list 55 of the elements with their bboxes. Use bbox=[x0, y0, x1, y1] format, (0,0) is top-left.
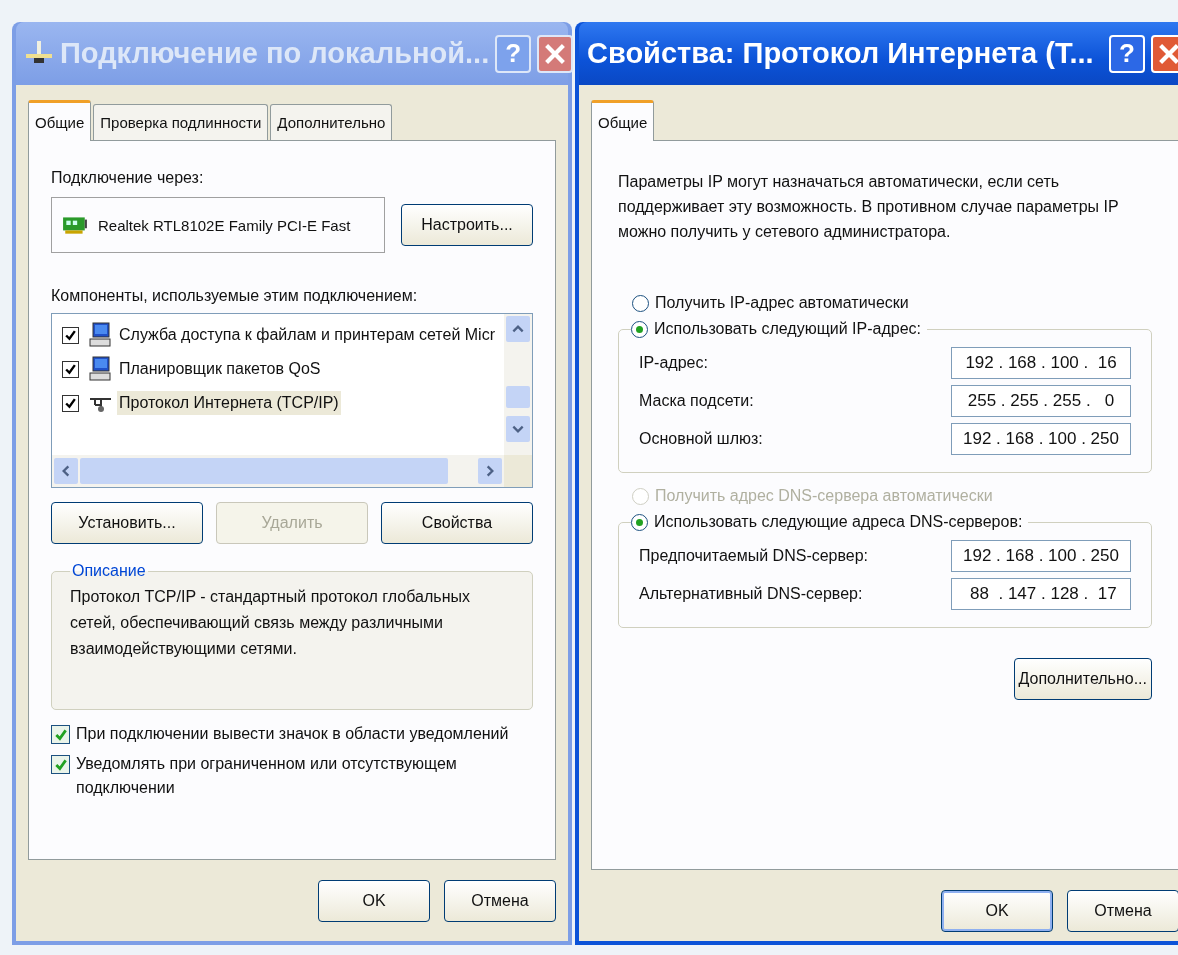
field-label: Альтернативный DNS-сервер: bbox=[639, 585, 863, 603]
dialog-button[interactable]: Отмена bbox=[444, 880, 556, 922]
configure-button[interactable]: Настроить... bbox=[401, 204, 533, 246]
radio-button[interactable] bbox=[632, 294, 649, 312]
scroll-thumb[interactable] bbox=[506, 386, 530, 408]
computer-icon bbox=[89, 356, 113, 382]
ip-address-field[interactable]: 192 . 168 . 100 . 250 bbox=[951, 540, 1131, 572]
computer-icon bbox=[89, 322, 113, 348]
ip-address-field[interactable]: 192 . 168 . 100 . 250 bbox=[951, 423, 1131, 455]
vertical-scrollbar[interactable] bbox=[504, 314, 532, 455]
dialog-button[interactable]: OK bbox=[941, 890, 1053, 932]
checkbox[interactable] bbox=[51, 725, 70, 744]
radio-button[interactable] bbox=[631, 320, 648, 338]
field-label: Предпочитаемый DNS-сервер: bbox=[639, 547, 869, 565]
window-title: Подключение по локальной... bbox=[60, 37, 490, 70]
intro-text: Параметры IP могут назначаться автоматически, если сеть поддерживает эту возможность. В противном случае параметры IP можно получить у сетевого администратора. bbox=[618, 172, 1120, 242]
window-title: Свойства: Протокол Интернета (Т... bbox=[587, 37, 1095, 70]
component-button[interactable]: Свойства bbox=[381, 502, 533, 544]
dialog-button[interactable]: Отмена bbox=[1067, 890, 1178, 932]
radio-label[interactable]: Использовать следующий IP-адрес: bbox=[654, 320, 922, 338]
checkbox[interactable] bbox=[62, 394, 79, 412]
adapter-name: Realtek RTL8102E Family PCI-E Fast bbox=[98, 216, 351, 234]
field-label: Основной шлюз: bbox=[639, 430, 763, 448]
tab[interactable]: Дополнительно bbox=[270, 104, 393, 140]
scroll-thumb[interactable] bbox=[80, 458, 448, 484]
option-label: При подключении вывести значок в области уведомлений bbox=[76, 724, 509, 744]
help-button[interactable]: ? bbox=[1109, 34, 1145, 73]
radio-button[interactable] bbox=[631, 513, 648, 531]
tab[interactable]: Проверка подлинности bbox=[93, 104, 269, 140]
checkbox[interactable] bbox=[62, 326, 79, 344]
radio-label[interactable]: Использовать следующие адреса DNS-серверов: bbox=[654, 513, 1023, 531]
connect-via-label: Подключение через: bbox=[51, 169, 205, 187]
tab[interactable]: Общие bbox=[591, 100, 655, 141]
horizontal-scrollbar[interactable] bbox=[52, 455, 504, 487]
field-label: Маска подсети: bbox=[639, 392, 754, 410]
ip-address-field[interactable]: 192 . 168 . 100 . 16 bbox=[951, 347, 1131, 379]
field-label: IP-адрес: bbox=[639, 354, 708, 372]
ip-address-field[interactable]: 255 . 255 . 255 . 0 bbox=[951, 385, 1131, 417]
description-text: Протокол TCP/IP - стандартный протокол глобальных сетей, обеспечивающий связь между различными взаимодействующими сетями. bbox=[70, 587, 471, 659]
checkbox[interactable] bbox=[51, 755, 70, 774]
option-label: Уведомлять при ограниченном или отсутствующем подключении bbox=[76, 754, 458, 798]
components-label: Компоненты, используемые этим подключением: bbox=[51, 287, 419, 305]
component-button[interactable]: Установить... bbox=[51, 502, 203, 544]
scrollbar-corner bbox=[504, 455, 532, 487]
component-item[interactable]: Протокол Интернета (TCP/IP) bbox=[117, 391, 341, 415]
checkbox[interactable] bbox=[62, 360, 79, 378]
component-item[interactable]: Служба доступа к файлам и принтерам сетей Micr bbox=[117, 323, 497, 347]
group-title: Описание bbox=[71, 562, 147, 580]
radio-label[interactable]: Получить IP-адрес автоматически bbox=[655, 294, 909, 312]
network-card-icon bbox=[62, 215, 88, 235]
component-item[interactable]: Планировщик пакетов QoS bbox=[117, 357, 323, 381]
tab[interactable]: Общие bbox=[28, 100, 92, 141]
ip-address-field[interactable]: 88 . 147 . 128 . 17 bbox=[951, 578, 1131, 610]
dialog-button[interactable]: OK bbox=[318, 880, 430, 922]
advanced-button[interactable]: Дополнительно... bbox=[1013, 658, 1152, 700]
